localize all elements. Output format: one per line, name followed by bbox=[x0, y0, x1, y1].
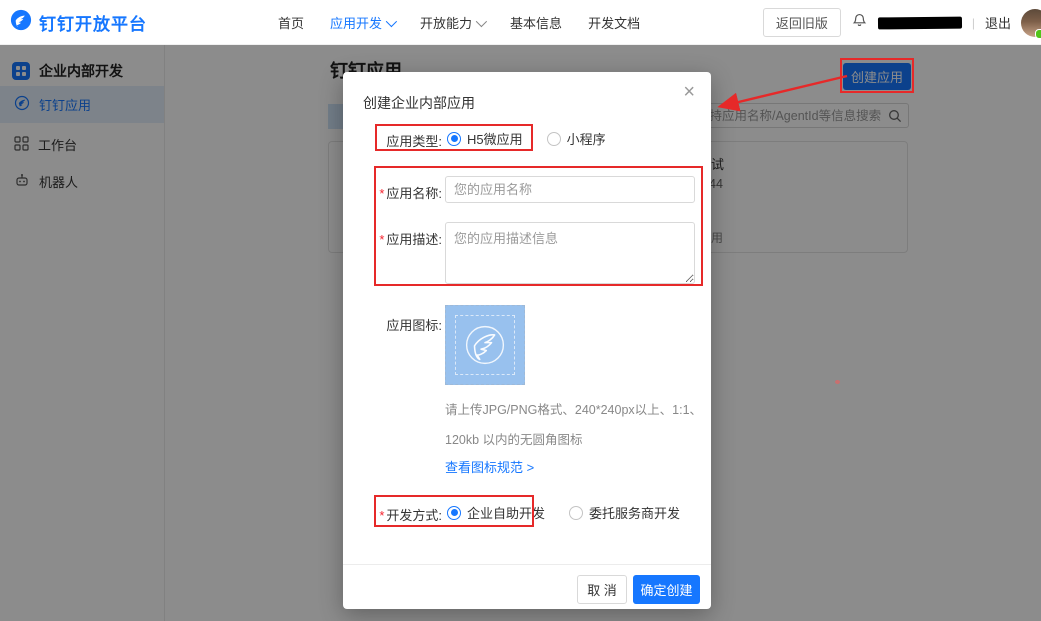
radio-self-develop[interactable] bbox=[447, 506, 461, 520]
close-icon[interactable]: × bbox=[683, 82, 695, 102]
nav-item-app-dev[interactable]: 应用开发 bbox=[330, 13, 394, 32]
create-app-modal: 创建企业内部应用 × 应用类型: H5微应用 小程序 *应用名称: *应用描述:… bbox=[343, 72, 711, 609]
radio-label[interactable]: 企业自助开发 bbox=[467, 503, 545, 522]
radio-label[interactable]: 委托服务商开发 bbox=[589, 503, 680, 522]
nav-item-home[interactable]: 首页 bbox=[278, 13, 304, 32]
dev-mode-label: *开发方式: bbox=[343, 505, 442, 524]
modal-title: 创建企业内部应用 bbox=[363, 93, 475, 113]
app-name-input[interactable] bbox=[445, 176, 695, 203]
nav-item-basic-info[interactable]: 基本信息 bbox=[510, 13, 562, 32]
app-desc-textarea[interactable] bbox=[445, 222, 695, 284]
app-icon-upload[interactable] bbox=[445, 305, 525, 385]
user-avatar[interactable] bbox=[1021, 9, 1041, 37]
annotation-stray-dot bbox=[835, 380, 840, 384]
icon-crop-guides bbox=[455, 315, 515, 375]
screen: 钉钉应用 创建应用 试 44 用 企业内部开发 钉钉应用 工作台 bbox=[0, 0, 1041, 621]
radio-miniprogram[interactable] bbox=[547, 132, 561, 146]
modal-footer: 取 消 确定创建 bbox=[343, 564, 711, 609]
top-navbar: 钉钉开放平台 首页 应用开发 开放能力 基本信息 开发文档 返回旧版 | 退出 bbox=[0, 0, 1041, 45]
nav-item-dev-docs[interactable]: 开发文档 bbox=[588, 13, 640, 32]
dev-mode-radio-group: 企业自助开发 委托服务商开发 bbox=[447, 503, 680, 522]
radio-h5-microapp[interactable] bbox=[447, 132, 461, 146]
app-desc-label: *应用描述: bbox=[343, 229, 442, 248]
logout-link[interactable]: 退出 bbox=[985, 13, 1011, 32]
icon-hint-line2: 120kb 以内的无圆角图标 bbox=[445, 429, 583, 448]
radio-label[interactable]: H5微应用 bbox=[467, 129, 523, 148]
nav-separator: | bbox=[972, 16, 975, 30]
nav-links: 首页 应用开发 开放能力 基本信息 开发文档 bbox=[278, 0, 640, 45]
bell-icon[interactable] bbox=[851, 12, 868, 34]
redacted-username bbox=[878, 16, 962, 29]
app-type-radio-group: H5微应用 小程序 bbox=[447, 129, 606, 148]
dingtalk-logo-icon bbox=[10, 9, 32, 36]
back-to-old-version-button[interactable]: 返回旧版 bbox=[763, 8, 841, 37]
confirm-create-button[interactable]: 确定创建 bbox=[633, 575, 700, 604]
icon-spec-link[interactable]: 查看图标规范 > bbox=[445, 457, 534, 476]
radio-label[interactable]: 小程序 bbox=[567, 129, 606, 148]
chevron-down-icon bbox=[476, 15, 487, 26]
cancel-button[interactable]: 取 消 bbox=[577, 575, 627, 604]
chevron-down-icon bbox=[386, 15, 397, 26]
app-type-label: 应用类型: bbox=[343, 131, 442, 150]
app-icon-label: 应用图标: bbox=[343, 315, 442, 334]
nav-item-capabilities[interactable]: 开放能力 bbox=[420, 13, 484, 32]
radio-outsource-develop[interactable] bbox=[569, 506, 583, 520]
brand[interactable]: 钉钉开放平台 bbox=[10, 0, 147, 45]
nav-right-cluster: 返回旧版 | 退出 bbox=[763, 0, 1041, 45]
icon-hint-line1: 请上传JPG/PNG格式、240*240px以上、1:1、 bbox=[445, 399, 702, 418]
app-name-label: *应用名称: bbox=[343, 183, 442, 202]
brand-name: 钉钉开放平台 bbox=[39, 10, 147, 35]
